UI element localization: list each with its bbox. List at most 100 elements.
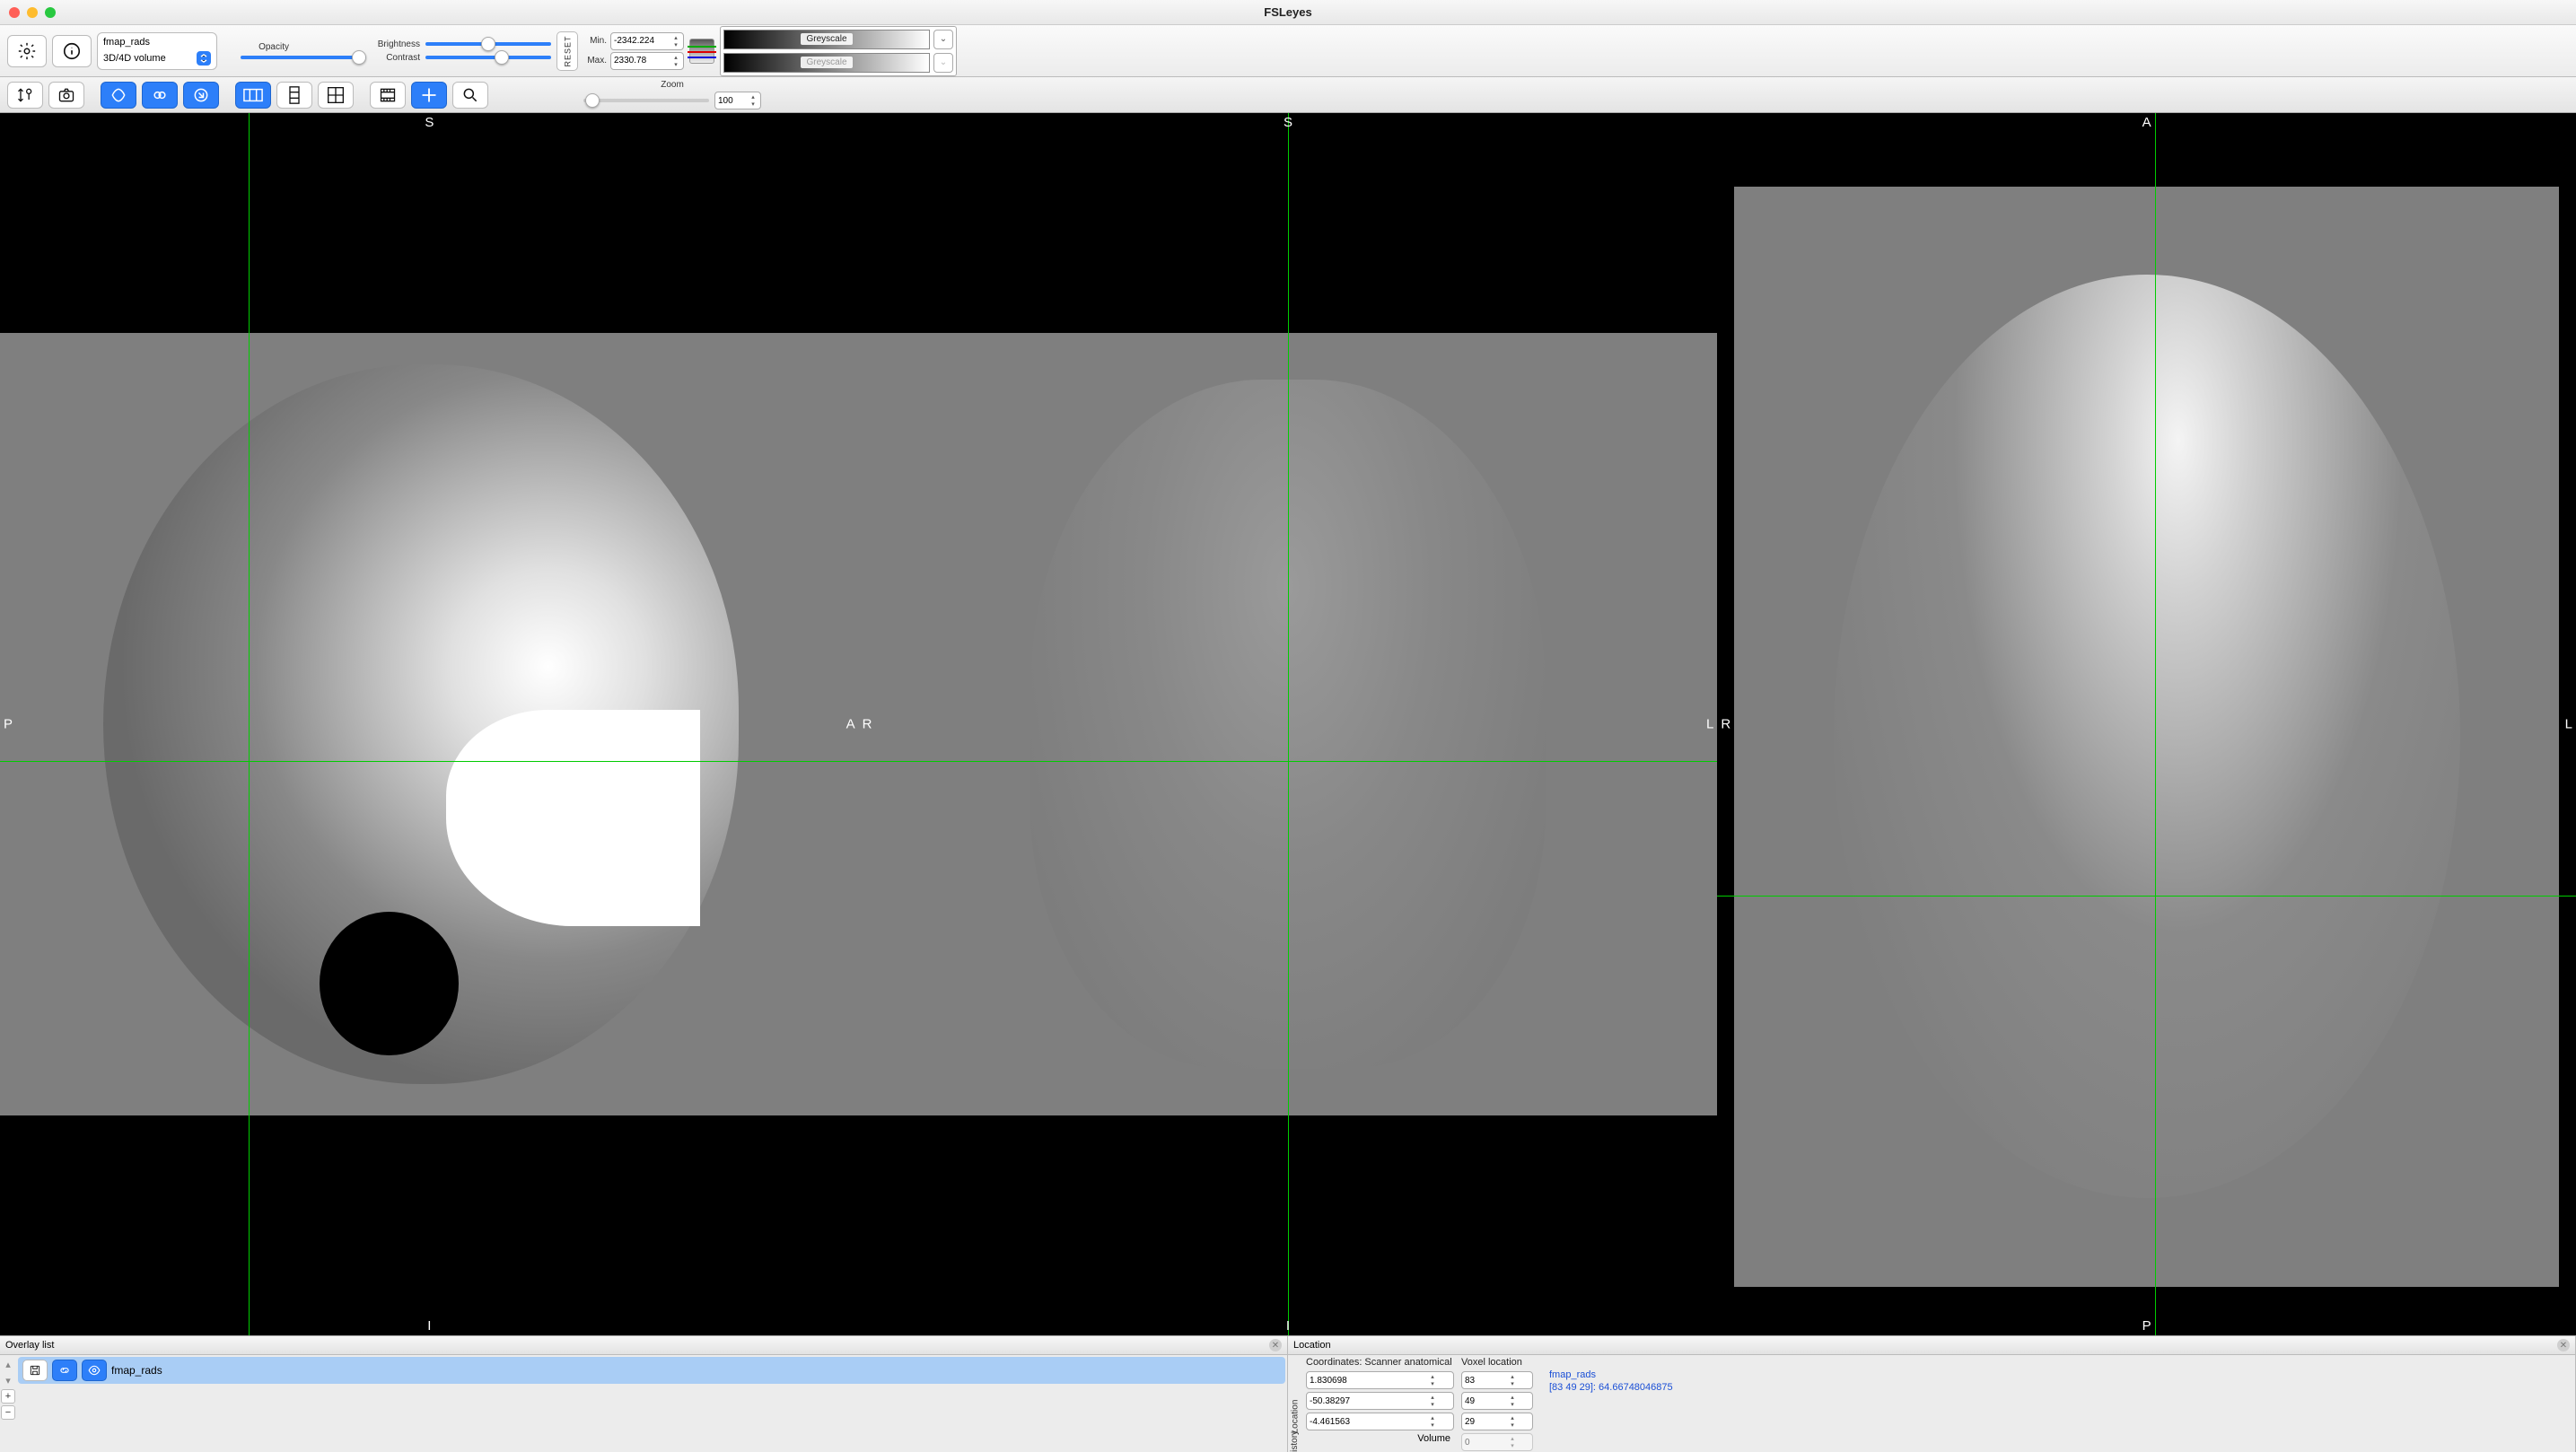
voxel-z-field[interactable]: ▴▾ [1461, 1413, 1533, 1430]
min-step-down[interactable]: ▾ [671, 41, 680, 48]
cz-up[interactable]: ▴ [1428, 1414, 1437, 1421]
location-overlay-link[interactable]: fmap_rads [1549, 1369, 1673, 1380]
max-step-up[interactable]: ▴ [671, 54, 680, 61]
overlay-link-button[interactable] [52, 1360, 77, 1381]
vz-dn[interactable]: ▾ [1508, 1421, 1517, 1429]
volume-input[interactable] [1465, 1438, 1506, 1448]
overlay-mode-dropdown-icon[interactable] [197, 51, 211, 66]
opacity-slider[interactable] [241, 56, 366, 59]
colormap-secondary: Greyscale [723, 53, 930, 73]
vx-up[interactable]: ▴ [1508, 1373, 1517, 1380]
min-label: Min. [583, 36, 607, 46]
contrast-slider[interactable] [425, 56, 551, 59]
location-value-link[interactable]: [83 49 29]: 64.66748046875 [1549, 1382, 1673, 1393]
voxel-y-input[interactable] [1465, 1396, 1506, 1406]
layout-vertical-button[interactable] [276, 82, 312, 109]
overlay-list-close-icon[interactable]: ✕ [1269, 1339, 1282, 1351]
vz-up[interactable]: ▴ [1508, 1414, 1517, 1421]
overlay-visibility-button[interactable] [82, 1360, 107, 1381]
vy-dn[interactable]: ▾ [1508, 1401, 1517, 1408]
coronal-pane[interactable]: S I R L [859, 113, 1718, 1335]
min-input[interactable] [614, 36, 670, 46]
zoom-field[interactable]: ▴▾ [714, 92, 761, 109]
orient-s: S [425, 115, 434, 130]
brightness-slider[interactable] [425, 42, 551, 46]
vol-dn[interactable]: ▾ [1508, 1442, 1517, 1449]
cy-up[interactable]: ▴ [1428, 1394, 1437, 1401]
coord-x-field[interactable]: ▴▾ [1306, 1371, 1454, 1389]
coord-z-field[interactable]: ▴▾ [1306, 1413, 1454, 1430]
zoom-step-up[interactable]: ▴ [749, 93, 758, 101]
voxel-y-field[interactable]: ▴▾ [1461, 1392, 1533, 1410]
layout-ortho-button[interactable] [235, 82, 271, 109]
bc-group: Brightness Contrast [372, 39, 551, 63]
layout-grid-button[interactable] [318, 82, 354, 109]
zoom-group: Zoom ▴▾ [583, 80, 761, 109]
max-input[interactable] [614, 56, 670, 66]
overlay-remove-button[interactable]: − [1, 1405, 15, 1420]
coord-y-input[interactable] [1310, 1396, 1426, 1406]
location-close-icon[interactable]: ✕ [2557, 1339, 2570, 1351]
voxel-x-input[interactable] [1465, 1376, 1506, 1386]
opacity-group: Opacity [241, 42, 366, 59]
window-title: FSLeyes [0, 5, 2576, 19]
overlay-list-side: ▴ ▾ + − [0, 1355, 16, 1452]
coord-z-input[interactable] [1310, 1417, 1426, 1427]
orient-l2: L [2565, 717, 2572, 732]
axial-pane[interactable]: A P R L [1717, 113, 2576, 1335]
overlay-settings-button[interactable] [7, 35, 47, 67]
volume-field[interactable]: ▴▾ [1461, 1433, 1533, 1451]
zoom-button[interactable] [452, 82, 488, 109]
contrast-label: Contrast [372, 53, 420, 63]
colormap-primary[interactable]: Greyscale [723, 30, 930, 49]
coord-y-field[interactable]: ▴▾ [1306, 1392, 1454, 1410]
reset-button[interactable]: RESET [556, 31, 578, 71]
view-settings-button[interactable] [7, 82, 43, 109]
vol-up[interactable]: ▴ [1508, 1435, 1517, 1442]
overlay-add-button[interactable]: + [1, 1389, 15, 1404]
cz-dn[interactable]: ▾ [1428, 1421, 1437, 1429]
overlay-info-button[interactable] [52, 35, 92, 67]
overlay-save-button[interactable] [22, 1360, 48, 1381]
cy-dn[interactable]: ▾ [1428, 1401, 1437, 1408]
overlay-up-icon[interactable]: ▴ [1, 1357, 15, 1371]
zoom-slider[interactable] [583, 99, 709, 102]
minimize-window-icon[interactable] [27, 7, 38, 18]
min-step-up[interactable]: ▴ [671, 34, 680, 41]
crosshair-button[interactable] [411, 82, 447, 109]
overlay-name-field[interactable] [103, 37, 193, 48]
history-tab[interactable]: History [1291, 1430, 1301, 1452]
toggle-cursor-button[interactable] [101, 82, 136, 109]
colormap-secondary-label: Greyscale [801, 57, 852, 68]
overlay-mode-select[interactable] [103, 53, 193, 64]
zoom-input[interactable] [718, 96, 747, 106]
cx-up[interactable]: ▴ [1428, 1373, 1437, 1380]
window-titlebar: FSLeyes [0, 0, 2576, 25]
coords-header: Coordinates: Scanner anatomical [1306, 1357, 1454, 1369]
traffic-lights [0, 7, 56, 18]
voxel-x-field[interactable]: ▴▾ [1461, 1371, 1533, 1389]
close-window-icon[interactable] [9, 7, 20, 18]
orient-r2: R [1721, 717, 1730, 732]
cx-dn[interactable]: ▾ [1428, 1380, 1437, 1387]
toggle-labels-button[interactable] [183, 82, 219, 109]
colormap-primary-dropdown[interactable]: ⌄ [933, 30, 953, 49]
location-tab[interactable]: Location [1291, 1400, 1301, 1434]
bottom-panels: Overlay list ✕ ▴ ▾ + − fmap_rads Locatio [0, 1335, 2576, 1452]
overlay-list-item[interactable]: fmap_rads [18, 1357, 1285, 1384]
sagittal-pane[interactable]: S I P A [0, 113, 859, 1335]
zoom-window-icon[interactable] [45, 7, 56, 18]
movie-mode-button[interactable] [370, 82, 406, 109]
voxel-z-input[interactable] [1465, 1417, 1506, 1427]
vx-dn[interactable]: ▾ [1508, 1380, 1517, 1387]
min-field[interactable]: ▴▾ [610, 32, 684, 50]
screenshot-button[interactable] [48, 82, 84, 109]
overlay-down-icon[interactable]: ▾ [1, 1373, 15, 1387]
max-field[interactable]: ▴▾ [610, 52, 684, 70]
vy-up[interactable]: ▴ [1508, 1394, 1517, 1401]
toggle-link-button[interactable] [142, 82, 178, 109]
zoom-step-down[interactable]: ▾ [749, 101, 758, 108]
coord-x-input[interactable] [1310, 1376, 1426, 1386]
colormap-preview-icon[interactable] [689, 39, 714, 64]
max-step-down[interactable]: ▾ [671, 61, 680, 68]
